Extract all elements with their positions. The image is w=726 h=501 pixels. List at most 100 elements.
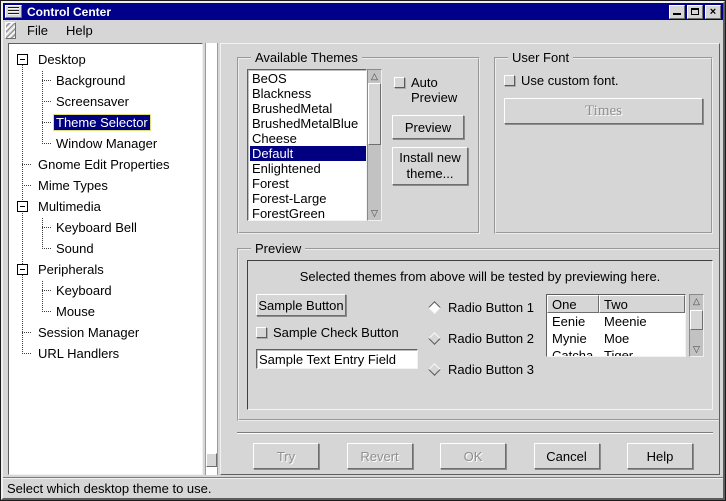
scroll-down-icon[interactable]: ▽ [368, 207, 381, 220]
column-header-one[interactable]: One [547, 295, 599, 313]
menubar: File Help [3, 20, 723, 41]
tree-item-background[interactable]: Background [9, 70, 202, 91]
tree-item-sound[interactable]: Sound [9, 238, 202, 259]
table-row[interactable]: Mynie Moe [547, 330, 685, 347]
theme-list-item[interactable]: Cheese [250, 131, 366, 146]
control-center-window: Control Center × File Help [0, 0, 726, 501]
install-new-theme-button[interactable]: Install new theme... [392, 147, 468, 185]
theme-list-item-selected[interactable]: Default [250, 146, 366, 161]
auto-preview-label: Auto Preview [411, 75, 470, 105]
tree-item-keyboard-bell[interactable]: Keyboard Bell [9, 217, 202, 238]
tree-item-url-handlers[interactable]: URL Handlers [9, 343, 202, 364]
help-button[interactable]: Help [627, 443, 693, 469]
tree-item-window-manager[interactable]: Window Manager [9, 133, 202, 154]
radio-row-1[interactable]: Radio Button 1 [428, 296, 546, 318]
try-button[interactable]: Try [253, 443, 319, 469]
auto-preview-checkbox[interactable] [394, 77, 405, 88]
menu-file[interactable]: File [18, 21, 57, 40]
theme-list-item[interactable]: ForestGreen [250, 206, 366, 221]
font-picker-button[interactable]: Times [504, 98, 703, 124]
radio-row-3[interactable]: Radio Button 3 [428, 358, 546, 380]
menu-help[interactable]: Help [57, 21, 102, 40]
tree-item-gnome-edit-properties[interactable]: Gnome Edit Properties [9, 154, 202, 175]
close-button[interactable]: × [705, 5, 721, 19]
preview-button[interactable]: Preview [392, 115, 464, 139]
pane-resize-handle[interactable] [206, 453, 217, 467]
theme-selector-panel: Available Themes BeOS Blackness BrushedM… [220, 43, 720, 475]
theme-list-scrollbar[interactable]: △ ▽ [367, 69, 382, 221]
tree-item-desktop[interactable]: Desktop [9, 49, 202, 70]
theme-list[interactable]: BeOS Blackness BrushedMetal BrushedMetal… [247, 69, 367, 221]
tree-expander-icon[interactable] [17, 201, 28, 212]
tree-item-peripherals[interactable]: Peripherals [9, 259, 202, 280]
sample-text-entry[interactable] [256, 349, 418, 369]
theme-list-item[interactable]: Forest [250, 176, 366, 191]
sample-list-body[interactable]: Eenie Meenie Mynie Moe Catch [547, 313, 685, 356]
radio-label-1: Radio Button 1 [448, 300, 534, 315]
titlebar[interactable]: Control Center × [3, 3, 723, 20]
pane-gutter[interactable] [205, 43, 218, 475]
status-text: Select which desktop theme to use. [7, 481, 212, 496]
sample-checkbox[interactable] [256, 327, 267, 338]
revert-button[interactable]: Revert [347, 443, 413, 469]
sample-list-scrollbar[interactable]: △ ▽ [689, 294, 704, 357]
scrollbar-thumb[interactable] [368, 83, 381, 145]
menubar-drag-handle[interactable] [5, 22, 16, 39]
minimize-button[interactable] [669, 5, 685, 19]
available-themes-legend: Available Themes [251, 50, 362, 65]
radio-icon[interactable] [428, 332, 441, 345]
sample-check-label: Sample Check Button [273, 325, 399, 340]
table-row[interactable]: Eenie Meenie [547, 313, 685, 330]
window-menu-button[interactable] [5, 5, 22, 18]
scroll-down-icon[interactable]: ▽ [690, 343, 703, 356]
preview-frame: Preview Selected themes from above will … [237, 241, 720, 421]
scroll-up-icon[interactable]: △ [690, 295, 703, 308]
theme-list-item[interactable]: BeOS [250, 71, 366, 86]
sample-list[interactable]: One Two Eenie Meenie [546, 294, 686, 357]
sample-button[interactable]: Sample Button [256, 294, 346, 316]
status-bar: Select which desktop theme to use. [3, 477, 723, 498]
tree-expander-icon[interactable] [17, 54, 28, 65]
tree-item-keyboard[interactable]: Keyboard [9, 280, 202, 301]
scrollbar-thumb[interactable] [690, 310, 703, 330]
ok-button[interactable]: OK [440, 443, 506, 469]
radio-icon[interactable] [428, 363, 441, 376]
sample-check-row[interactable]: Sample Check Button [256, 325, 428, 340]
window-title: Control Center [27, 5, 667, 19]
maximize-icon [691, 8, 699, 15]
scroll-up-icon[interactable]: △ [368, 70, 381, 83]
theme-list-item[interactable]: BrushedMetal [250, 101, 366, 116]
capplet-tree[interactable]: Desktop Background Screensaver Theme Sel… [8, 43, 203, 475]
use-custom-font-checkbox[interactable] [504, 75, 515, 86]
scrollbar-track[interactable] [690, 308, 703, 343]
tree-item-screensaver[interactable]: Screensaver [9, 91, 202, 112]
action-buttons: Try Revert OK Cancel Help [237, 434, 713, 469]
tree-item-mime-types[interactable]: Mime Types [9, 175, 202, 196]
table-row[interactable]: Catcha Tiger [547, 347, 685, 356]
preview-legend: Preview [251, 241, 305, 256]
column-header-two[interactable]: Two [599, 295, 685, 313]
preview-message: Selected themes from above will be teste… [256, 269, 704, 284]
use-custom-font-row[interactable]: Use custom font. [504, 73, 703, 88]
window-frame: Control Center × File Help [1, 1, 725, 500]
user-font-legend: User Font [508, 50, 573, 65]
preview-area: Selected themes from above will be teste… [247, 260, 713, 410]
tree-item-multimedia[interactable]: Multimedia [9, 196, 202, 217]
auto-preview-checkbox-row[interactable]: Auto Preview [394, 75, 470, 105]
window-menu-icon [8, 7, 19, 16]
radio-row-2[interactable]: Radio Button 2 [428, 327, 546, 349]
theme-list-item[interactable]: Blackness [250, 86, 366, 101]
minimize-icon [673, 7, 681, 15]
maximize-button[interactable] [687, 5, 703, 19]
tree-item-session-manager[interactable]: Session Manager [9, 322, 202, 343]
tree-expander-icon[interactable] [17, 264, 28, 275]
tree-item-mouse[interactable]: Mouse [9, 301, 202, 322]
theme-list-item[interactable]: Enlightened [250, 161, 366, 176]
theme-list-item[interactable]: BrushedMetalBlue [250, 116, 366, 131]
close-icon: × [710, 7, 716, 17]
radio-icon[interactable] [428, 301, 441, 314]
cancel-button[interactable]: Cancel [534, 443, 600, 469]
tree-item-theme-selector[interactable]: Theme Selector [9, 112, 202, 133]
scrollbar-track[interactable] [368, 83, 381, 207]
theme-list-item[interactable]: Forest-Large [250, 191, 366, 206]
